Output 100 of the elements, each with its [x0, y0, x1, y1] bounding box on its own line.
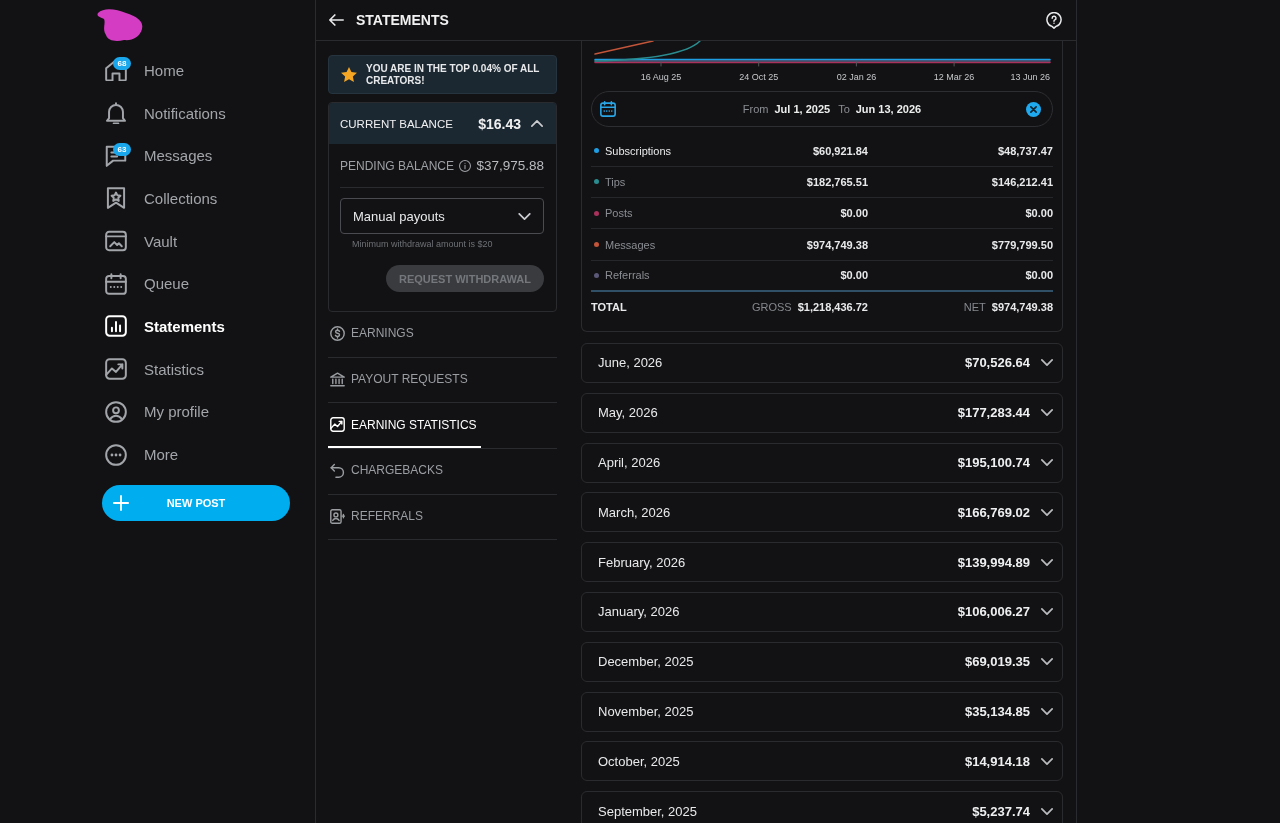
- month-amount: $70,526.64: [964, 355, 1030, 371]
- sidebar-item[interactable]: My profile: [144, 403, 210, 421]
- count-badge: 63: [113, 142, 131, 156]
- gross-amount: $60,921.84: [812, 144, 868, 157]
- from-label: From: [742, 103, 769, 115]
- axis-tick-label: 02 Jan 26: [836, 72, 877, 82]
- net-amount: $0.00: [1025, 269, 1053, 282]
- balance-label: CURRENT BALANCE: [340, 117, 454, 130]
- net-total: $974,749.38: [991, 301, 1053, 314]
- bell-icon[interactable]: [105, 102, 127, 125]
- calendar-icon[interactable]: [105, 272, 127, 295]
- balance-amount: $16.43: [478, 115, 521, 132]
- chevron-down-icon: [518, 212, 531, 220]
- month-amount: $177,283.44: [957, 405, 1030, 421]
- payout-select[interactable]: Manual payouts: [340, 198, 544, 234]
- back-arrow-icon[interactable]: [329, 14, 344, 26]
- month-row[interactable]: December, 2025 $69,019.35: [581, 641, 1063, 682]
- month-label: December, 2025: [598, 654, 695, 670]
- sidebar-item[interactable]: Vault: [144, 232, 178, 250]
- sidebar-item[interactable]: Messages: [144, 147, 213, 165]
- net-amount: $779,799.50: [991, 238, 1053, 251]
- category-label[interactable]: Tips: [605, 175, 626, 188]
- pending-balance-label: PENDING BALANCE: [340, 158, 455, 173]
- home-icon[interactable]: [105, 59, 127, 82]
- line-chart-icon[interactable]: [105, 358, 127, 381]
- more-icon[interactable]: [105, 443, 127, 466]
- net-amount: $146,212.41: [991, 175, 1053, 188]
- profile-icon[interactable]: [105, 400, 127, 423]
- gross-label: GROSS: [751, 301, 792, 314]
- person-card-icon: [330, 508, 345, 524]
- help-icon[interactable]: [1046, 11, 1062, 29]
- month-amount: $14,914.18: [964, 753, 1030, 769]
- month-label: May, 2026: [598, 405, 659, 421]
- total-label: TOTAL: [591, 301, 627, 314]
- category-label[interactable]: Posts: [605, 207, 633, 220]
- month-row[interactable]: October, 2025 $14,914.18: [581, 741, 1063, 782]
- dollar-circle-icon: [330, 325, 345, 341]
- axis-tick-label: 24 Oct 25: [739, 72, 779, 82]
- month-label: September, 2025: [598, 803, 699, 819]
- sidebar-item[interactable]: Notifications: [144, 104, 226, 122]
- gross-total: $1,218,436.72: [797, 301, 868, 314]
- month-row[interactable]: January, 2026 $106,006.27: [581, 591, 1063, 632]
- month-label: April, 2026: [598, 455, 662, 471]
- undo-arrow-icon: [330, 462, 345, 478]
- calendar-icon: [600, 101, 616, 117]
- tab[interactable]: CHARGEBACKS: [328, 449, 448, 494]
- month-row[interactable]: May, 2026 $177,283.44: [581, 392, 1063, 433]
- month-row[interactable]: June, 2026 $70,526.64: [581, 343, 1063, 383]
- tab[interactable]: PAYOUT REQUESTS: [328, 357, 472, 403]
- tab[interactable]: REFERRALS: [328, 494, 428, 540]
- image-icon[interactable]: [105, 230, 127, 253]
- bar-chart-icon[interactable]: [105, 315, 127, 338]
- sidebar-item[interactable]: Home: [144, 61, 184, 79]
- sidebar-item[interactable]: Collections: [144, 189, 218, 207]
- bookmark-star-icon[interactable]: [105, 187, 127, 210]
- month-label: November, 2025: [598, 704, 695, 720]
- line-chart-icon: [330, 417, 345, 433]
- gross-amount: $974,749.38: [806, 238, 868, 251]
- tab[interactable]: EARNINGS: [328, 312, 418, 357]
- net-label: NET: [963, 301, 986, 314]
- page-title: STATEMENTS: [356, 12, 449, 28]
- month-amount: $35,134.85: [964, 704, 1030, 720]
- month-row[interactable]: November, 2025 $35,134.85: [581, 691, 1063, 732]
- month-row[interactable]: September, 2025 $5,237.74: [581, 791, 1063, 823]
- month-label: January, 2026: [598, 604, 681, 620]
- plus-icon: [113, 494, 129, 511]
- category-label[interactable]: Messages: [605, 238, 656, 251]
- month-amount: $195,100.74: [957, 455, 1030, 471]
- category-label[interactable]: Referrals: [605, 269, 650, 282]
- month-row[interactable]: February, 2026 $139,994.89: [581, 542, 1063, 583]
- month-row[interactable]: March, 2026 $166,769.02: [581, 492, 1063, 533]
- month-label: June, 2026: [598, 355, 664, 371]
- month-row[interactable]: April, 2026 $195,100.74: [581, 442, 1063, 483]
- category-label[interactable]: Subscriptions: [605, 144, 672, 157]
- month-amount: $5,237.74: [972, 803, 1030, 819]
- gross-amount: $182,765.51: [806, 175, 868, 188]
- banner-text: YOU ARE IN THE TOP 0.04% OF ALL CREATORS!: [366, 62, 541, 87]
- to-label: To: [838, 103, 850, 115]
- axis-tick-label: 13 Jun 26: [1010, 72, 1050, 82]
- info-icon[interactable]: [459, 159, 472, 172]
- hint-text: Minimum withdrawal amount is $20: [352, 239, 494, 250]
- sidebar-item[interactable]: Queue: [144, 275, 190, 293]
- bank-icon: [330, 371, 345, 387]
- balance-header[interactable]: CURRENT BALANCE $16.43: [329, 103, 556, 144]
- date-value: Jul 1, 2025: [774, 103, 831, 115]
- month-label: October, 2025: [598, 753, 681, 769]
- axis-tick-label: 16 Aug 25: [640, 72, 682, 82]
- sidebar-item[interactable]: Statements: [144, 317, 225, 335]
- axis-tick-label: 12 Mar 26: [933, 72, 975, 82]
- star-icon: [341, 67, 357, 82]
- sidebar-item[interactable]: More: [144, 446, 179, 464]
- tab[interactable]: EARNING STATISTICS: [328, 403, 481, 449]
- count-badge: 68: [113, 57, 131, 71]
- sidebar-item[interactable]: Statistics: [144, 360, 204, 378]
- month-amount: $166,769.02: [957, 504, 1030, 520]
- month-amount: $139,994.89: [957, 554, 1030, 570]
- date-value: Jun 13, 2026: [855, 103, 922, 115]
- clear-icon[interactable]: [1026, 101, 1041, 117]
- month-label: March, 2026: [598, 504, 672, 520]
- month-amount: $69,019.35: [964, 654, 1030, 670]
